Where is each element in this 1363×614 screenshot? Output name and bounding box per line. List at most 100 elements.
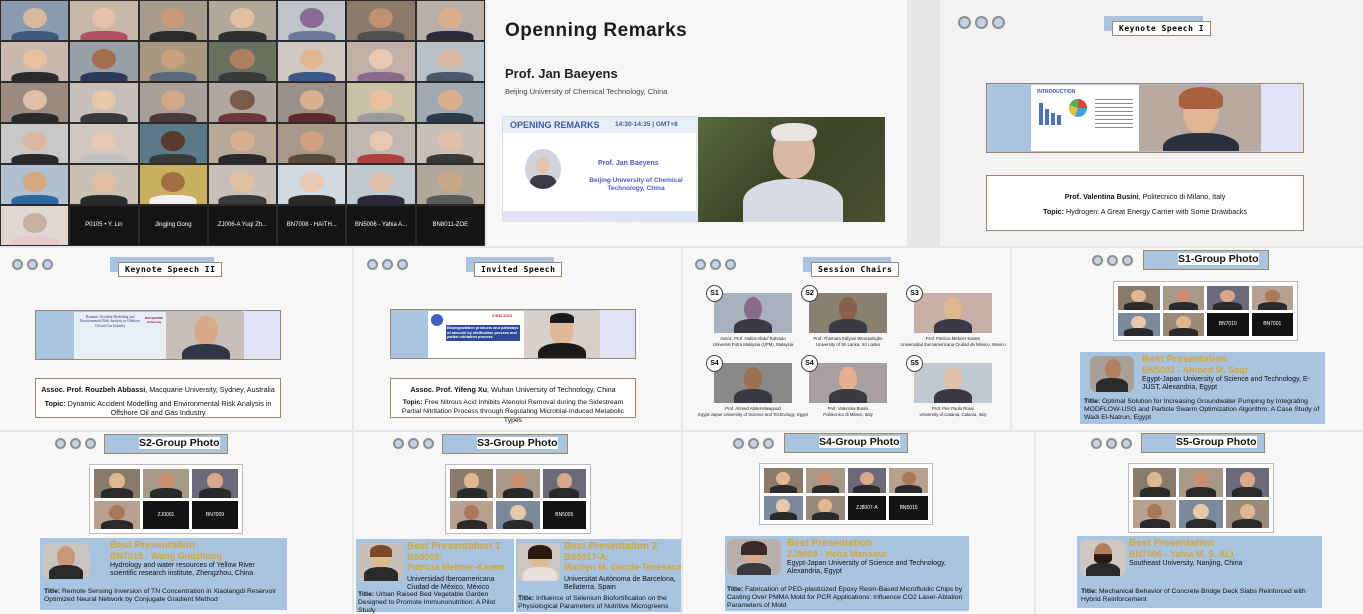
- chairs-label: Session Chairs: [811, 262, 900, 277]
- window-dots: [958, 16, 1005, 29]
- participant-tile[interactable]: [416, 1, 484, 40]
- keynote1-info: Prof. Valentina Busini, Politecnico di M…: [986, 175, 1304, 231]
- s1-bp-topic: Title: Optimal Solution for Increasing G…: [1084, 398, 1320, 421]
- group-photo-tile: [1207, 286, 1249, 310]
- participant-tile[interactable]: [139, 165, 207, 204]
- participant-body: [80, 194, 128, 204]
- participant-tile[interactable]: [347, 165, 415, 204]
- participant-tile[interactable]: [208, 165, 277, 204]
- participant-tile[interactable]: P0105 • Y. Lin: [70, 206, 138, 245]
- chair-badge: S5: [906, 355, 923, 372]
- group-photo-tile: BN7010: [1207, 312, 1249, 336]
- group-photo-tile: [1179, 499, 1223, 528]
- participant-tile[interactable]: [208, 42, 277, 81]
- participant-tile[interactable]: [1, 42, 69, 81]
- group-photo-tile: [1225, 499, 1269, 528]
- dot-icon: [1122, 255, 1133, 266]
- keynote1-speaker-aff: , Politecnico di Milano, Italy: [1138, 192, 1226, 201]
- participant-tile[interactable]: [1, 1, 69, 40]
- participant-face: [368, 90, 394, 111]
- participant-body: [80, 112, 128, 122]
- participant-tile[interactable]: [347, 42, 415, 81]
- participant-tile[interactable]: [139, 124, 207, 163]
- participant-tile[interactable]: [1, 165, 69, 204]
- s5-bp-title: Best Presentation: [1129, 538, 1215, 549]
- participant-tile[interactable]: [70, 1, 138, 40]
- chair-caption: Prof. Patricia Mehner Karam Universidad …: [900, 336, 1006, 347]
- s3-bp1-title: Best Presentation 1: [407, 541, 501, 552]
- participant-name: Jingjing Gong: [154, 222, 192, 229]
- s5-bp-aff: Southeast University, Nanjing, China: [1129, 560, 1243, 567]
- participant-tile[interactable]: [278, 165, 346, 204]
- s4-bp-topic: Title: Fabrication of PEG-plasticized Ep…: [727, 586, 963, 609]
- dot-icon: [710, 259, 721, 270]
- participant-tile[interactable]: [416, 42, 484, 81]
- participant-name: BN5006 - Yahia A...: [354, 222, 408, 229]
- participant-tile[interactable]: [1, 206, 69, 245]
- keynote2-topic: Dynamic Accident Modelling and Environme…: [65, 398, 272, 418]
- participant-tile[interactable]: BN5006 - Yahia A...: [347, 206, 415, 245]
- participant-tile[interactable]: [416, 124, 484, 163]
- participant-tile[interactable]: [70, 165, 138, 204]
- s3-best-presentation-1: Best Presentation 1 BS5005: Patricia Meh…: [356, 539, 514, 614]
- participant-tile[interactable]: [70, 42, 138, 81]
- s3-bp1-photo: [358, 543, 403, 581]
- participant-tile[interactable]: BN7008 - HAITH...: [278, 206, 346, 245]
- participant-tile[interactable]: [278, 83, 346, 122]
- participant-tile[interactable]: [278, 124, 346, 163]
- participant-face: [91, 49, 117, 70]
- participant-tile[interactable]: [347, 83, 415, 122]
- group-photo-tile: ZJ8007-A: [847, 495, 887, 520]
- dot-icon: [1091, 438, 1102, 449]
- keynote1-panel: Keynote Speech I INTRODUCTION Prof. Vale…: [940, 0, 1363, 246]
- keynote1-video: [1139, 85, 1261, 151]
- participant-body: [11, 71, 59, 81]
- participant-tile[interactable]: ZJ006-A Yuqi Zh...: [208, 206, 277, 245]
- keynote2-frame: Dynamic Accident Modelling and Environme…: [35, 310, 281, 360]
- participant-face: [22, 49, 47, 70]
- participant-face: [161, 131, 186, 152]
- group-photo-tile: [542, 469, 586, 498]
- participant-tile[interactable]: Jingjing Gong: [139, 206, 207, 245]
- participant-face: [22, 131, 47, 152]
- participant-body: [288, 194, 336, 204]
- participant-gallery: P0105 • Y. Lin Jingjing Gong ZJ006-A Yuqi …: [0, 0, 485, 246]
- participant-tile[interactable]: [139, 1, 207, 40]
- participant-tile[interactable]: [278, 1, 346, 40]
- participant-tile[interactable]: [347, 1, 415, 40]
- participant-tile[interactable]: [139, 83, 207, 122]
- participant-tile[interactable]: [139, 42, 207, 81]
- opening-slide-aff: Beijing University of Chemical Technolog…: [589, 177, 683, 193]
- participant-tile[interactable]: [208, 124, 277, 163]
- dot-icon: [763, 438, 774, 449]
- participant-body: [11, 194, 59, 204]
- participant-tile[interactable]: [416, 165, 484, 204]
- participant-tile[interactable]: [1, 83, 69, 122]
- participant-tile[interactable]: [70, 83, 138, 122]
- participant-face: [230, 49, 255, 70]
- group-photo-tile: [450, 469, 494, 498]
- invited-slide: ICEM 2023 Biodegradation products and pa…: [428, 311, 524, 358]
- dot-icon: [408, 438, 419, 449]
- participant-tile[interactable]: [347, 124, 415, 163]
- dot-icon: [1092, 255, 1103, 266]
- participant-tile[interactable]: [208, 83, 277, 122]
- group-photo-tile: [1162, 312, 1204, 336]
- participant-tile[interactable]: [70, 124, 138, 163]
- group-photo-tile: [1118, 312, 1160, 336]
- participant-tile[interactable]: [416, 83, 484, 122]
- participant-tile[interactable]: [278, 42, 346, 81]
- s4-title: S4-Group Photo: [784, 433, 908, 453]
- dot-icon: [367, 259, 378, 270]
- participant-tile[interactable]: [208, 1, 277, 40]
- window-dots: [55, 438, 96, 449]
- invited-frame: ICEM 2023 Biodegradation products and pa…: [390, 309, 636, 359]
- window-dots: [733, 438, 774, 449]
- opening-speaker: Prof. Jan Baeyens: [505, 66, 618, 81]
- invited-info: Assoc. Prof. Yifeng Xu, Wuhan University…: [390, 378, 636, 424]
- participant-tile[interactable]: BN8011-ZOE: [416, 206, 484, 245]
- chair-badge: S4: [801, 355, 818, 372]
- participant-tile[interactable]: [1, 124, 69, 163]
- dot-icon: [55, 438, 66, 449]
- participant-face: [22, 172, 47, 193]
